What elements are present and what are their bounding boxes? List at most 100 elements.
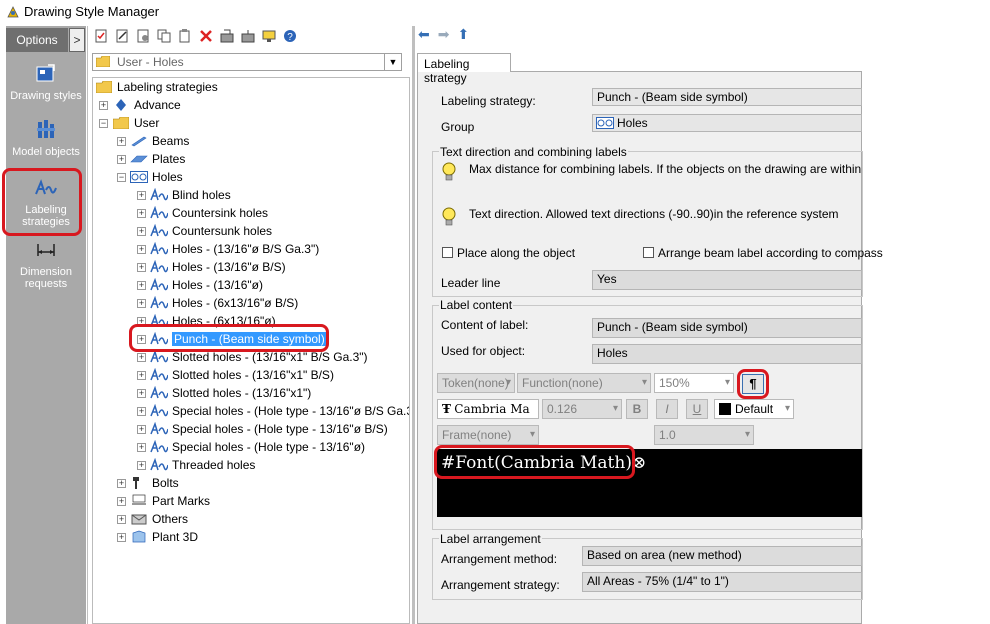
expand-icon[interactable]: +: [117, 478, 126, 488]
collapse-icon[interactable]: −: [99, 118, 108, 128]
splitter[interactable]: [412, 26, 415, 624]
tree-node-root[interactable]: Labeling strategies: [95, 78, 218, 96]
tree-node-user[interactable]: − User: [99, 114, 159, 132]
up-arrow-icon[interactable]: ⬆: [457, 26, 469, 43]
expand-icon[interactable]: +: [117, 496, 126, 506]
tree-item-hole-strategy[interactable]: + Holes - (13/16"ø): [137, 276, 263, 294]
label-strategy-icon: [150, 296, 168, 310]
expand-icon[interactable]: +: [137, 190, 146, 200]
label-strategy-icon: [150, 242, 168, 256]
tree-node-holes[interactable]: − Holes: [117, 168, 183, 186]
group-value: Holes: [617, 116, 648, 130]
group-filter-select[interactable]: User - Holes ▼: [92, 53, 402, 71]
expand-icon[interactable]: +: [137, 442, 146, 452]
nav-dimension-requests[interactable]: Dimension requests: [6, 238, 86, 290]
import-icon[interactable]: [218, 27, 236, 45]
delete-icon[interactable]: [197, 27, 215, 45]
font-select[interactable]: Ŧ Cambria Ma: [437, 399, 539, 419]
arrangement-method-select[interactable]: Based on area (new method): [582, 546, 862, 566]
labeling-strategy-field[interactable]: Punch - (Beam side symbol): [592, 88, 862, 106]
new-strategy-icon[interactable]: [92, 27, 110, 45]
underline-button[interactable]: U: [686, 399, 708, 419]
tree-node-beams[interactable]: + Beams: [117, 132, 189, 150]
leader-line-select[interactable]: Yes: [592, 270, 862, 290]
function-select[interactable]: Function(none) ▾: [517, 373, 651, 393]
collapse-icon[interactable]: −: [117, 172, 126, 182]
token-select[interactable]: Token(none) ▾: [437, 373, 515, 393]
nav-model-objects[interactable]: Model objects: [6, 118, 86, 158]
arrange-compass-checkbox[interactable]: [643, 247, 654, 258]
expand-icon[interactable]: +: [137, 208, 146, 218]
tree-item-hole-strategy[interactable]: + Slotted holes - (13/16"x1"): [137, 384, 311, 402]
nav-drawing-styles[interactable]: Drawing styles: [6, 62, 86, 102]
expand-icon[interactable]: +: [137, 280, 146, 290]
expand-icon[interactable]: +: [117, 514, 126, 524]
tree-node-others[interactable]: + Others: [117, 510, 188, 528]
edit-strategy-icon[interactable]: [113, 27, 131, 45]
help-icon[interactable]: ?: [281, 27, 299, 45]
export-icon[interactable]: [239, 27, 257, 45]
tree-item-hole-strategy[interactable]: + Countersink holes: [137, 204, 268, 222]
expand-icon[interactable]: +: [117, 532, 126, 542]
preview-icon[interactable]: [260, 27, 278, 45]
zoom-select[interactable]: 150% ▾: [654, 373, 734, 393]
tree-item-hole-strategy[interactable]: + Special holes - (Hole type - 13/16"ø B/…: [137, 420, 388, 438]
tree-item-hole-strategy[interactable]: + Slotted holes - (13/16"x1" B/S): [137, 366, 334, 384]
expand-icon[interactable]: +: [99, 100, 108, 110]
forward-arrow-icon[interactable]: ➡: [438, 26, 450, 43]
options-expand-button[interactable]: >: [69, 28, 85, 52]
copy-icon[interactable]: [155, 27, 173, 45]
tree-item-hole-strategy[interactable]: + Countersunk holes: [137, 222, 272, 240]
bold-button[interactable]: B: [626, 399, 648, 419]
size-select[interactable]: 0.126 ▾: [542, 399, 622, 419]
tree-item-hole-strategy[interactable]: + Holes - (13/16"ø B/S Ga.3"): [137, 240, 319, 258]
tree-item-label: Countersunk holes: [172, 224, 273, 238]
tree-node-bolts[interactable]: + Bolts: [117, 474, 179, 492]
options-button[interactable]: Options: [6, 28, 68, 52]
expand-icon[interactable]: +: [137, 370, 146, 380]
tree-node-part-marks[interactable]: + Part Marks: [117, 492, 210, 510]
expand-icon[interactable]: +: [137, 406, 146, 416]
tree-node-plant-3d[interactable]: + Plant 3D: [117, 528, 198, 546]
tree-node-plates[interactable]: + Plates: [117, 150, 185, 168]
expand-icon[interactable]: +: [137, 424, 146, 434]
expand-icon[interactable]: +: [137, 244, 146, 254]
plate-icon: [130, 152, 148, 166]
frame-value: Frame(none): [442, 428, 512, 442]
chevron-down-icon: ▾: [724, 377, 730, 388]
label-strategy-icon: [150, 206, 168, 220]
tree-node-advance[interactable]: + Advance: [99, 96, 181, 114]
expand-icon[interactable]: +: [117, 154, 126, 164]
back-arrow-icon[interactable]: ⬅: [418, 26, 430, 43]
pilcrow-highlight: [737, 369, 769, 399]
tree-item-hole-strategy[interactable]: + Special holes - (Hole type - 13/16"ø): [137, 438, 365, 456]
tree-item-hole-strategy[interactable]: + Holes - (13/16"ø B/S): [137, 258, 286, 276]
frame-size-select[interactable]: 1.0 ▾: [654, 425, 754, 445]
label-arrangement-group-title: Label arrangement: [439, 532, 542, 546]
italic-button[interactable]: I: [656, 399, 678, 419]
content-of-label-select[interactable]: Punch - (Beam side symbol): [592, 318, 862, 338]
tree-item-hole-strategy[interactable]: + Threaded holes: [137, 456, 255, 474]
properties-icon[interactable]: [134, 27, 152, 45]
tree-item-hole-strategy[interactable]: + Holes - (6x13/16"ø B/S): [137, 294, 298, 312]
paste-icon[interactable]: [176, 27, 194, 45]
nav-dimension-requests-label: Dimension requests: [20, 266, 72, 290]
place-along-checkbox[interactable]: [442, 247, 453, 258]
group-field[interactable]: Holes: [592, 114, 862, 132]
expand-icon[interactable]: +: [137, 352, 146, 362]
expand-icon[interactable]: +: [137, 298, 146, 308]
expand-icon[interactable]: +: [137, 388, 146, 398]
expand-icon[interactable]: +: [137, 460, 146, 470]
tab-labeling-strategy[interactable]: Labeling strategy: [417, 53, 511, 85]
beam-icon: [130, 134, 148, 148]
frame-select[interactable]: Frame(none) ▾: [437, 425, 539, 445]
tree-item-hole-strategy[interactable]: + Special holes - (Hole type - 13/16"ø B/…: [137, 402, 409, 420]
tree-item-hole-strategy[interactable]: + Blind holes: [137, 186, 231, 204]
tree-item-label: Holes - (6x13/16"ø B/S): [172, 296, 299, 310]
expand-icon[interactable]: +: [137, 262, 146, 272]
color-select[interactable]: Default ▾: [714, 399, 794, 419]
expand-icon[interactable]: +: [117, 136, 126, 146]
expand-icon[interactable]: +: [137, 226, 146, 236]
used-for-object-select[interactable]: Holes: [592, 344, 862, 364]
arrangement-strategy-select[interactable]: All Areas - 75% (1/4" to 1"): [582, 572, 862, 592]
